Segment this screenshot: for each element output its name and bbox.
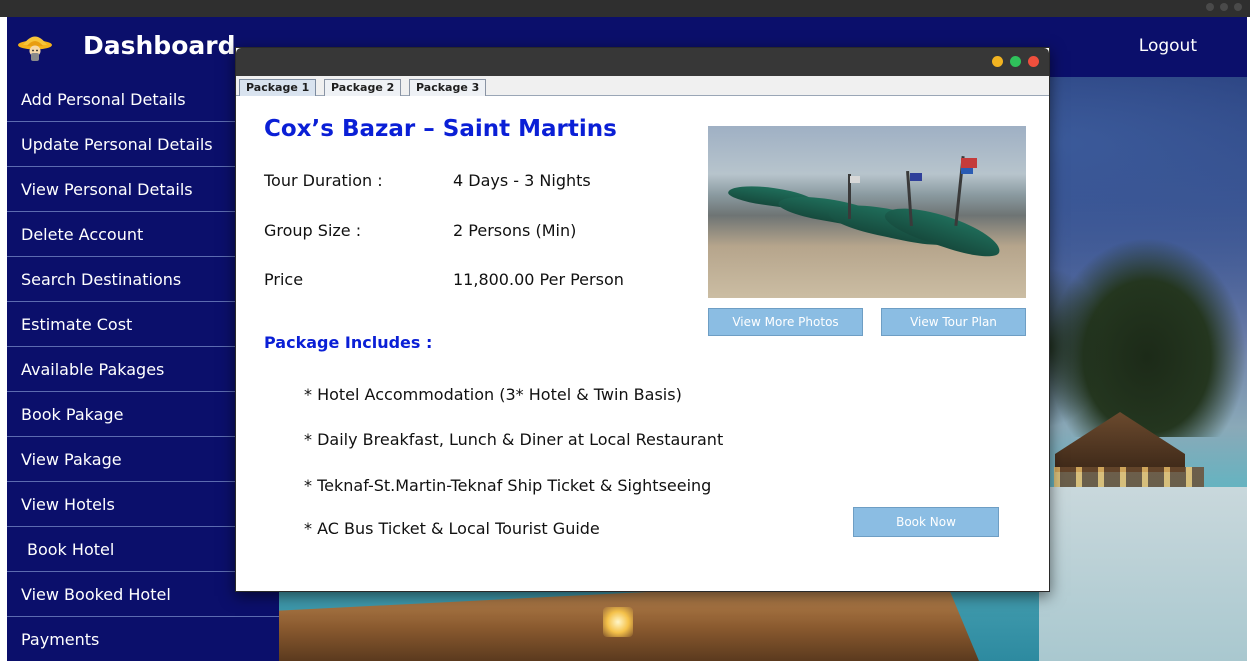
- include-item: * Daily Breakfast, Lunch & Diner at Loca…: [304, 430, 724, 449]
- tour-duration-value: 4 Days - 3 Nights: [453, 171, 591, 190]
- package-title: Cox’s Bazar – Saint Martins: [264, 116, 617, 142]
- view-tour-plan-button[interactable]: View Tour Plan: [881, 308, 1026, 336]
- traveler-hat-icon: [18, 36, 52, 61]
- include-item: * Teknaf-St.Martin-Teknaf Ship Ticket & …: [304, 476, 712, 495]
- package-content: Cox’s Bazar – Saint Martins Tour Duratio…: [236, 96, 1049, 591]
- include-item: * Hotel Accommodation (3* Hotel & Twin B…: [304, 385, 682, 404]
- tour-duration-label: Tour Duration :: [264, 171, 383, 190]
- tab-package-3[interactable]: Package 3: [409, 79, 487, 96]
- view-more-photos-button[interactable]: View More Photos: [708, 308, 863, 336]
- price-value: 11,800.00 Per Person: [453, 270, 624, 289]
- group-size-label: Group Size :: [264, 221, 362, 240]
- close-dot-icon[interactable]: [1028, 56, 1039, 67]
- outer-dot-icon: [1220, 3, 1228, 11]
- book-now-button[interactable]: Book Now: [853, 507, 999, 537]
- logout-button[interactable]: Logout: [1139, 36, 1197, 56]
- window-controls: [992, 56, 1039, 67]
- package-photo: [708, 126, 1026, 298]
- outer-dot-icon: [1206, 3, 1214, 11]
- outer-title-strip: [0, 0, 1250, 17]
- package-includes-title: Package Includes :: [264, 333, 433, 352]
- app-title: Dashboard: [83, 31, 236, 60]
- include-item: * AC Bus Ticket & Local Tourist Guide: [304, 519, 600, 538]
- minimize-dot-icon[interactable]: [992, 56, 1003, 67]
- package-dialog: Package 1 Package 2 Package 3 Cox’s Baza…: [235, 47, 1050, 592]
- sidebar-item-payments[interactable]: Payments: [7, 617, 279, 661]
- maximize-dot-icon[interactable]: [1010, 56, 1021, 67]
- tab-package-2[interactable]: Package 2: [324, 79, 402, 96]
- price-label: Price: [264, 270, 304, 289]
- tab-package-1[interactable]: Package 1: [239, 79, 317, 96]
- dialog-title-bar[interactable]: [236, 48, 1049, 76]
- outer-window-controls: [1206, 3, 1242, 11]
- package-tab-bar: Package 1 Package 2 Package 3: [236, 76, 1049, 96]
- group-size-value: 2 Persons (Min): [453, 221, 577, 240]
- outer-dot-icon: [1234, 3, 1242, 11]
- app-window: Dashboard Logout Add Personal Details Up…: [0, 0, 1250, 661]
